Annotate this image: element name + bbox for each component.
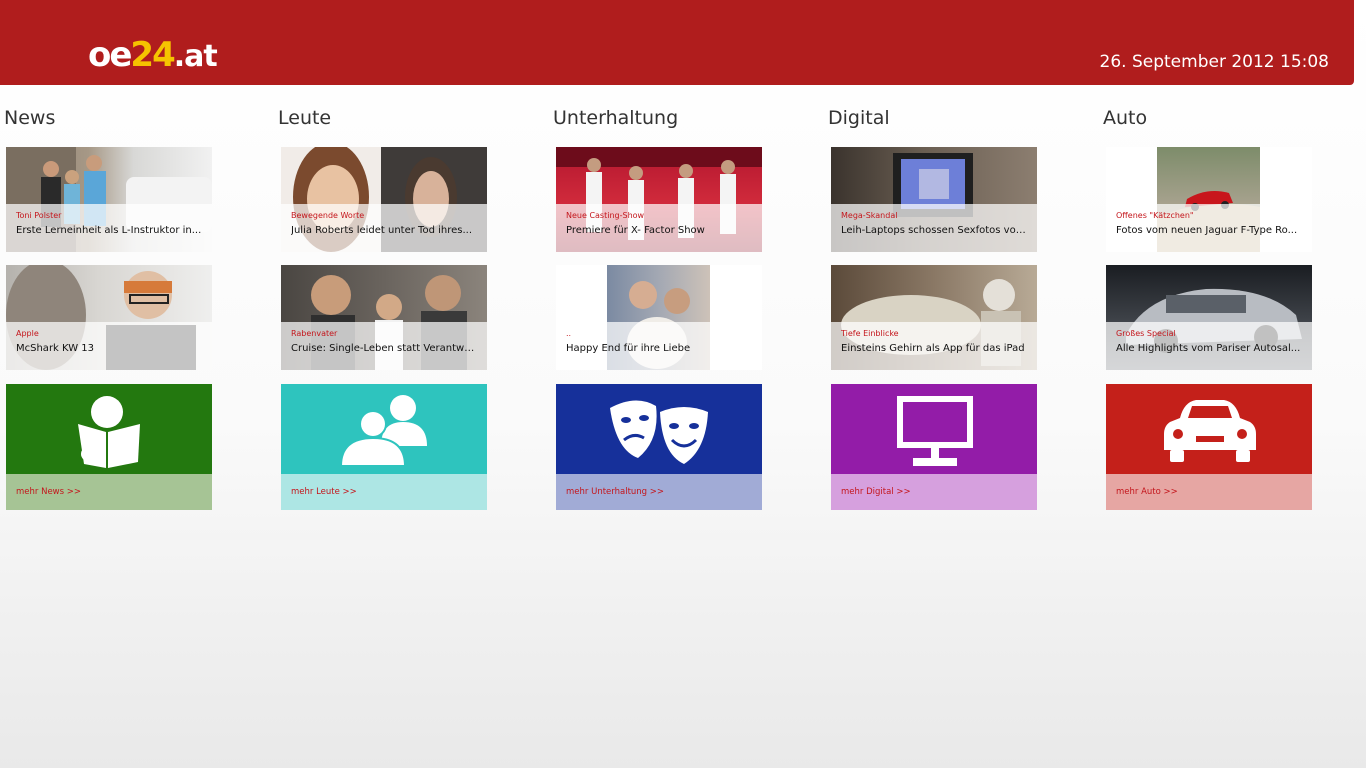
more-leute-tile[interactable]: mehr Leute >> xyxy=(281,384,487,510)
article-headline: Fotos vom neuen Jaguar F-Type Ro... xyxy=(1116,225,1298,236)
car-icon xyxy=(1164,400,1256,462)
article-headline: Cruise: Single-Leben statt Verantwo... xyxy=(291,343,479,354)
article-tile-unterhaltung-2[interactable]: .. Happy End für ihre Liebe xyxy=(556,265,762,370)
theater-masks-icon xyxy=(610,400,708,464)
article-tile-digital-2[interactable]: Tiefe Einblicke Einsteins Gehirn als App… xyxy=(831,265,1037,370)
more-news-tile[interactable]: mehr News >> xyxy=(6,384,212,510)
article-headline: Erste Lerneinheit als L-Instruktor in... xyxy=(16,225,202,236)
article-headline: Einsteins Gehirn als App für das iPad xyxy=(841,343,1025,354)
people-icon xyxy=(339,395,427,467)
article-tile-auto-2[interactable]: Großes Special Alle Highlights vom Paris… xyxy=(1106,265,1312,370)
monitor-icon xyxy=(897,396,973,466)
article-tile-leute-2[interactable]: Rabenvater Cruise: Single-Leben statt Ve… xyxy=(281,265,487,370)
article-headline: Alle Highlights vom Pariser Autosal... xyxy=(1116,343,1301,354)
app-header: oe24.at 26. September 2012 15:08 xyxy=(0,0,1354,85)
article-headline: Happy End für ihre Liebe xyxy=(566,343,691,354)
more-leute-link[interactable]: mehr Leute >> xyxy=(291,487,357,497)
article-kicker: Toni Polster xyxy=(16,211,62,220)
article-caption: Mega-Skandal Leih-Laptops schossen Sexfo… xyxy=(831,204,1037,252)
article-caption: .. Happy End für ihre Liebe xyxy=(556,322,762,370)
article-kicker: Apple xyxy=(16,329,39,338)
article-caption: Toni Polster Erste Lerneinheit als L-Ins… xyxy=(6,204,212,252)
article-kicker: Tiefe Einblicke xyxy=(841,329,899,338)
more-news-link[interactable]: mehr News >> xyxy=(16,487,81,497)
section-title-digital[interactable]: Digital xyxy=(828,107,890,129)
article-caption: Bewegende Worte Julia Roberts leidet unt… xyxy=(281,204,487,252)
article-kicker: .. xyxy=(566,329,572,338)
article-tile-leute-1[interactable]: Bewegende Worte Julia Roberts leidet unt… xyxy=(281,147,487,252)
article-headline: Julia Roberts leidet unter Tod ihres... xyxy=(291,225,472,236)
article-caption: Apple McShark KW 13 xyxy=(6,322,212,370)
article-caption: Rabenvater Cruise: Single-Leben statt Ve… xyxy=(281,322,487,370)
oe24-logo[interactable]: oe24.at xyxy=(88,35,218,75)
article-headline: Premiere für X- Factor Show xyxy=(566,225,705,236)
date-time: 26. September 2012 15:08 xyxy=(1099,52,1329,72)
article-tile-unterhaltung-1[interactable]: Neue Casting-Show Premiere für X- Factor… xyxy=(556,147,762,252)
article-kicker: Großes Special xyxy=(1116,329,1176,338)
article-caption: Offenes "Kätzchen" Fotos vom neuen Jagua… xyxy=(1106,204,1312,252)
article-tile-news-2[interactable]: Apple McShark KW 13 xyxy=(6,265,212,370)
article-headline: Leih-Laptops schossen Sexfotos von... xyxy=(841,225,1029,236)
article-caption: Tiefe Einblicke Einsteins Gehirn als App… xyxy=(831,322,1037,370)
article-kicker: Offenes "Kätzchen" xyxy=(1116,211,1194,220)
newspaper-reader-icon xyxy=(78,396,140,468)
more-unterhaltung-link[interactable]: mehr Unterhaltung >> xyxy=(566,487,664,497)
article-kicker: Neue Casting-Show xyxy=(566,211,645,220)
more-digital-link[interactable]: mehr Digital >> xyxy=(841,487,911,497)
section-title-unterhaltung[interactable]: Unterhaltung xyxy=(553,107,678,129)
section-title-leute[interactable]: Leute xyxy=(278,107,331,129)
article-headline: McShark KW 13 xyxy=(16,343,95,354)
article-tile-auto-1[interactable]: Offenes "Kätzchen" Fotos vom neuen Jagua… xyxy=(1106,147,1312,252)
more-auto-tile[interactable]: mehr Auto >> xyxy=(1106,384,1312,510)
article-kicker: Bewegende Worte xyxy=(291,211,365,220)
article-kicker: Mega-Skandal xyxy=(841,211,898,220)
section-title-news[interactable]: News xyxy=(4,107,55,129)
article-tile-news-1[interactable]: Toni Polster Erste Lerneinheit als L-Ins… xyxy=(6,147,212,252)
section-title-auto[interactable]: Auto xyxy=(1103,107,1147,129)
more-auto-link[interactable]: mehr Auto >> xyxy=(1116,487,1178,497)
article-kicker: Rabenvater xyxy=(291,329,338,338)
article-caption: Großes Special Alle Highlights vom Paris… xyxy=(1106,322,1312,370)
article-caption: Neue Casting-Show Premiere für X- Factor… xyxy=(556,204,762,252)
more-digital-tile[interactable]: mehr Digital >> xyxy=(831,384,1037,510)
more-unterhaltung-tile[interactable]: mehr Unterhaltung >> xyxy=(556,384,762,510)
article-tile-digital-1[interactable]: Mega-Skandal Leih-Laptops schossen Sexfo… xyxy=(831,147,1037,252)
